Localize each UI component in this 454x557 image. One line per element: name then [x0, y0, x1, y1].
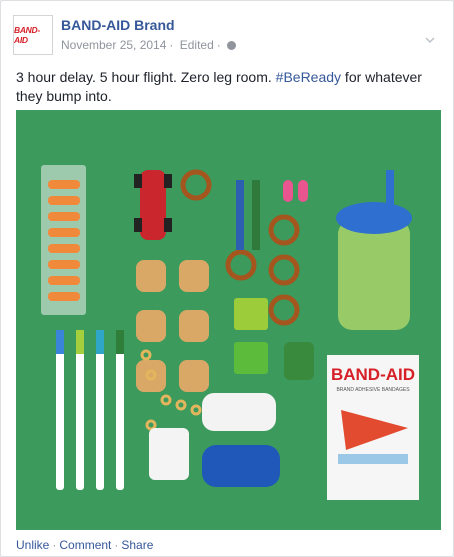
- share-link[interactable]: Share: [121, 538, 153, 552]
- page-name-link[interactable]: BAND-AID Brand: [61, 17, 175, 33]
- meta-separator: ·: [169, 38, 174, 52]
- post-text: 3 hour delay. 5 hour flight. Zero leg ro…: [16, 68, 436, 106]
- post-header: BAND-AID BAND-AID Brand November 25, 201…: [13, 15, 443, 57]
- post-card: BAND-AID BAND-AID Brand November 25, 201…: [0, 0, 454, 557]
- post-photo[interactable]: BAND-AID BRAND ADHESIVE BANDAGES: [16, 110, 441, 530]
- page-avatar[interactable]: BAND-AID: [13, 15, 53, 55]
- post-date[interactable]: November 25, 2014: [61, 38, 166, 52]
- edited-label[interactable]: Edited: [180, 38, 214, 52]
- chevron-down-icon[interactable]: [425, 35, 435, 45]
- box-sub-label: BRAND ADHESIVE BANDAGES: [336, 387, 410, 393]
- unlike-link[interactable]: Unlike: [16, 538, 49, 552]
- flat-lay-illustration: BAND-AID BRAND ADHESIVE BANDAGES: [41, 165, 419, 500]
- box-brand-label: BAND-AID: [331, 365, 415, 384]
- comment-link[interactable]: Comment: [59, 538, 111, 552]
- post-actions: Unlike · Comment · Share: [16, 538, 153, 552]
- action-separator: ·: [52, 538, 57, 552]
- globe-icon: [227, 41, 237, 50]
- post-meta: November 25, 2014 · Edited ·: [61, 38, 239, 52]
- meta-separator: ·: [216, 38, 221, 52]
- action-separator: ·: [114, 538, 119, 552]
- hashtag-link[interactable]: #BeReady: [276, 69, 341, 85]
- band-aid-logo: BAND-AID: [14, 25, 40, 45]
- post-text-part: 3 hour delay. 5 hour flight. Zero leg ro…: [16, 69, 276, 85]
